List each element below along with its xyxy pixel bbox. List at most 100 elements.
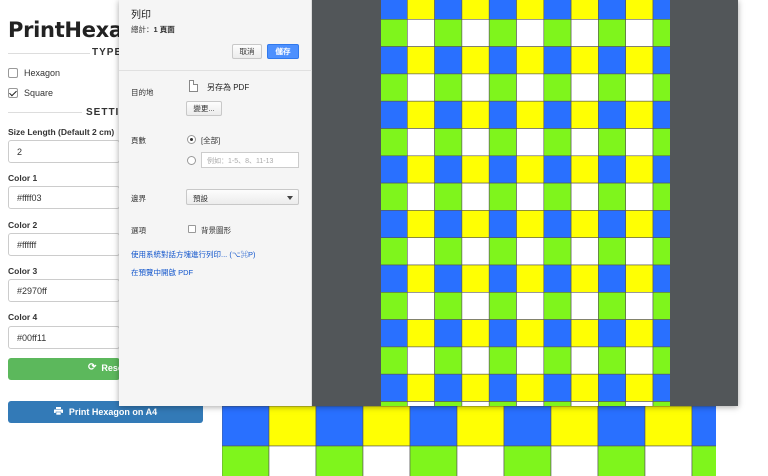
pattern-cell	[625, 46, 654, 75]
pattern-cell	[381, 264, 408, 293]
pattern-cell	[516, 346, 545, 375]
square-checkbox[interactable]	[8, 88, 18, 98]
hexagon-checkbox[interactable]	[8, 68, 18, 78]
pattern-cell	[543, 264, 572, 293]
save-button[interactable]: 儲存	[267, 44, 299, 59]
cancel-button[interactable]: 取消	[232, 44, 262, 59]
pattern-cell	[488, 46, 517, 75]
pages-label: 頁數	[131, 136, 146, 145]
pattern-cell	[516, 182, 545, 211]
pattern-cell	[406, 319, 435, 348]
pattern-cell	[625, 73, 654, 102]
pattern-cell	[652, 264, 670, 293]
pattern-cell	[381, 401, 408, 406]
color4-label: Color 4	[8, 312, 38, 322]
pattern-cell	[570, 264, 599, 293]
pattern-cell	[598, 182, 626, 211]
color1-label: Color 1	[8, 173, 38, 183]
margins-select[interactable]: 預設	[186, 189, 299, 205]
pattern-cell	[461, 155, 490, 184]
reset-button-label[interactable]: ⟳ Rese	[88, 362, 123, 373]
pattern-cell	[625, 182, 654, 211]
pattern-cell	[516, 46, 545, 75]
pattern-cell	[461, 128, 490, 157]
pdf-file-icon	[189, 80, 198, 92]
pattern-cell	[570, 291, 599, 320]
color3-input[interactable]: #2970ff	[8, 279, 120, 302]
pattern-cell	[598, 291, 626, 320]
pattern-cell	[456, 405, 505, 447]
pattern-cell	[488, 401, 517, 406]
pages-custom-radio[interactable]	[187, 156, 196, 165]
pattern-cell	[406, 346, 435, 375]
pattern-cell	[598, 0, 626, 20]
color1-input[interactable]: #ffff03	[8, 186, 120, 209]
pattern-cell	[543, 346, 572, 375]
pattern-cell	[625, 0, 654, 20]
printer-icon	[53, 407, 63, 417]
hexagon-option[interactable]: Hexagon	[8, 68, 60, 78]
pages-all-radio[interactable]	[187, 135, 196, 144]
open-pdf-in-preview-link[interactable]: 在預覽中開啟 PDF	[131, 267, 193, 278]
pattern-cell	[488, 128, 517, 157]
color2-input[interactable]: #ffffff	[8, 233, 120, 256]
pattern-cell	[598, 264, 626, 293]
color2-label: Color 2	[8, 220, 38, 230]
pattern-cell	[543, 319, 572, 348]
pattern-cell	[652, 182, 670, 211]
pattern-cell	[550, 445, 599, 476]
pattern-cell	[598, 46, 626, 75]
background-graphics-checkbox[interactable]	[188, 225, 196, 233]
pattern-cell	[381, 291, 408, 320]
pattern-cell	[406, 128, 435, 157]
pages-range-input[interactable]: 例如：1-5、8、11-13	[201, 152, 299, 168]
pattern-cell	[625, 210, 654, 238]
pattern-cell	[461, 319, 490, 348]
pattern-cell	[543, 0, 572, 20]
chevron-down-icon	[287, 196, 293, 200]
pattern-cell	[434, 182, 463, 211]
pattern-cell	[570, 319, 599, 348]
system-dialog-link[interactable]: 使用系統對話方塊進行列印... (⌥⌘P)	[131, 249, 255, 260]
change-destination-button[interactable]: 變更...	[186, 101, 222, 116]
pattern-cell	[434, 346, 463, 375]
pattern-cell	[570, 100, 599, 129]
pattern-cell	[652, 319, 670, 348]
pattern-cell	[488, 210, 517, 238]
pattern-cell	[488, 346, 517, 375]
pattern-cell	[315, 405, 364, 447]
pattern-cell	[543, 291, 572, 320]
pattern-cell	[461, 0, 490, 20]
pattern-cell	[406, 155, 435, 184]
pattern-cell	[434, 319, 463, 348]
type-divider-left	[8, 53, 90, 54]
pattern-cell	[516, 155, 545, 184]
destination-label: 目的地	[131, 88, 154, 97]
pattern-cell	[461, 100, 490, 129]
pattern-cell	[598, 128, 626, 157]
size-length-input[interactable]: 2	[8, 140, 120, 163]
pattern-cell	[652, 73, 670, 102]
pattern-cell	[434, 155, 463, 184]
pattern-grid	[221, 405, 740, 476]
pattern-cell	[406, 373, 435, 402]
color4-input[interactable]: #00ff11	[8, 326, 120, 349]
square-option[interactable]: Square	[8, 88, 53, 98]
pattern-cell	[488, 237, 517, 266]
pattern-cell	[598, 346, 626, 375]
pattern-cell	[543, 237, 572, 266]
pattern-cell	[381, 18, 408, 47]
pattern-cell	[488, 319, 517, 348]
pattern-cell	[488, 73, 517, 102]
pattern-cell	[381, 210, 408, 238]
pattern-cell	[488, 264, 517, 293]
pattern-cell	[625, 100, 654, 129]
pattern-cell	[598, 319, 626, 348]
pattern-cell	[570, 155, 599, 184]
pattern-cell	[550, 405, 599, 447]
pattern-cell	[543, 373, 572, 402]
pattern-cell	[406, 291, 435, 320]
preview-pattern-grid	[381, 0, 670, 406]
pattern-cell	[516, 373, 545, 402]
type-heading: TYPE	[92, 47, 123, 58]
